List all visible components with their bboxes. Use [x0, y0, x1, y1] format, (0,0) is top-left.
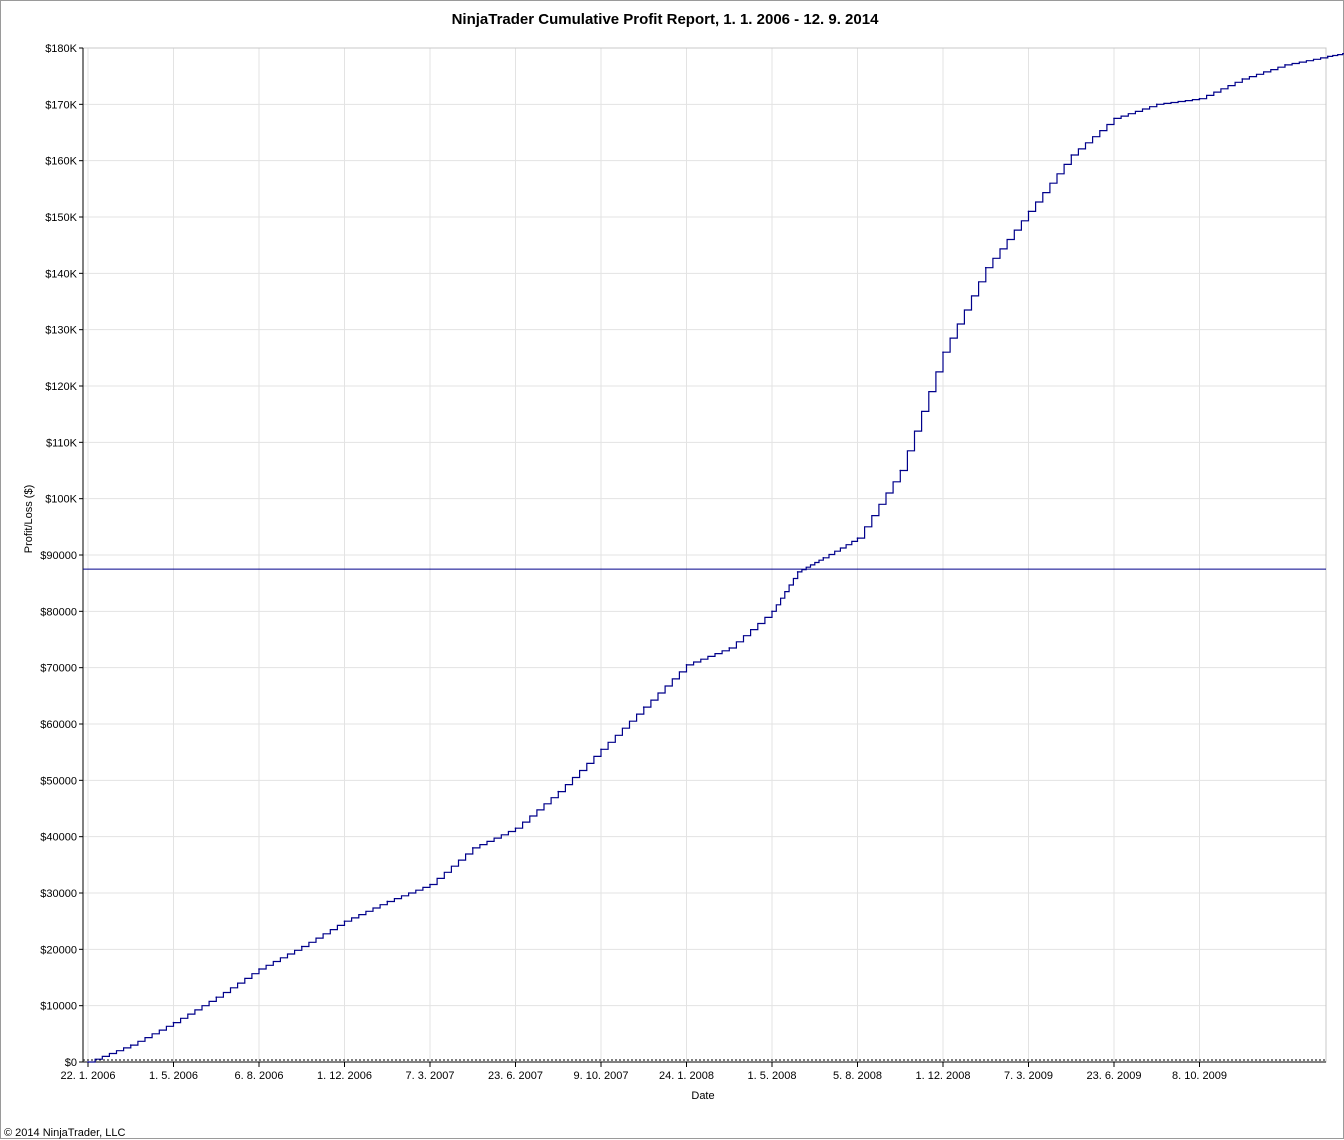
data-point: [343, 920, 346, 922]
series-layer: [83, 53, 1344, 1063]
data-point: [471, 847, 474, 849]
y-tick-label: $160K: [45, 156, 77, 168]
data-point: [771, 610, 773, 613]
data-point: [728, 647, 731, 649]
data-point: [1198, 97, 1201, 100]
y-tick-label: $20000: [40, 944, 77, 956]
y-tick-label: $180K: [45, 43, 77, 55]
x-tick-label: 22. 1. 2006: [60, 1070, 115, 1082]
data-point: [600, 748, 602, 751]
x-tick-label: 1. 12. 2006: [317, 1070, 372, 1082]
y-tick-label: $120K: [45, 381, 77, 393]
chart-title: NinjaTrader Cumulative Profit Report, 1.…: [452, 11, 879, 28]
y-tick-label: $30000: [40, 888, 77, 900]
y-tick-label: $0: [65, 1057, 77, 1069]
axes: $0 $10000 $20000 $30000 $40000 $50000 $60000 $7…: [40, 43, 1326, 1082]
x-axis-label: Date: [691, 1090, 714, 1102]
y-tick-label: $80000: [40, 606, 77, 618]
data-point: [1027, 210, 1030, 213]
x-tick-label: 8. 10. 2009: [1172, 1070, 1227, 1082]
x-tick-label: 24. 1. 2008: [659, 1070, 714, 1082]
x-tick-label: 1. 12. 2008: [915, 1070, 970, 1082]
x-tick-label: 1. 5. 2008: [748, 1070, 797, 1082]
data-point: [1155, 103, 1158, 106]
x-tick-label: 9. 10. 2007: [573, 1070, 628, 1082]
data-point: [856, 537, 859, 539]
y-tick-label: $170K: [45, 99, 77, 111]
data-point: [300, 945, 303, 948]
data-point: [1326, 55, 1329, 58]
grid: [83, 47, 1326, 1062]
data-point: [172, 1021, 175, 1024]
y-tick-label: $110K: [46, 437, 78, 449]
cumulative-profit-chart: NinjaTrader Cumulative Profit Report, 1.…: [4, 11, 1344, 1139]
data-point: [1241, 78, 1244, 80]
data-point: [1284, 64, 1286, 66]
y-tick-label: $130K: [45, 325, 77, 337]
data-point: [514, 827, 517, 830]
cumulative-profit-line: [88, 53, 1344, 1063]
x-tick-label: 6. 8. 2006: [235, 1070, 284, 1082]
y-tick-label: $140K: [45, 268, 77, 280]
data-point: [557, 790, 560, 793]
x-tick-label: 7. 3. 2009: [1004, 1070, 1053, 1082]
data-point: [942, 351, 944, 354]
y-tick-label: $40000: [40, 832, 77, 844]
x-tick-label: 5. 8. 2008: [833, 1070, 882, 1082]
data-point: [129, 1044, 132, 1046]
x-tick-label: 7. 3. 2007: [406, 1070, 455, 1082]
x-tick-label: 1. 5. 2006: [149, 1070, 198, 1082]
data-point: [899, 469, 902, 472]
data-point: [984, 266, 987, 269]
data-point: [429, 883, 431, 886]
data-point: [685, 664, 688, 666]
y-tick-label: $70000: [40, 663, 77, 675]
x-tick-label: 23. 6. 2007: [488, 1070, 543, 1082]
y-tick-label: $90000: [40, 550, 77, 562]
x-tick-label: 23. 6. 2009: [1086, 1070, 1141, 1082]
data-point: [1070, 154, 1073, 156]
y-tick-label: $50000: [40, 775, 77, 787]
y-tick-label: $10000: [40, 1001, 77, 1013]
y-tick-label: $150K: [45, 212, 77, 224]
data-point: [87, 1061, 89, 1063]
chart-container: NinjaTrader Cumulative Profit Report, 1.…: [0, 0, 1344, 1139]
y-tick-label: $100K: [45, 494, 77, 506]
data-point: [1113, 117, 1115, 120]
data-point: [822, 557, 825, 559]
data-point: [796, 571, 799, 573]
data-point: [642, 706, 645, 708]
data-point: [215, 996, 218, 999]
y-axis-label: Profit/Loss ($): [23, 485, 35, 553]
y-tick-label: $60000: [40, 719, 77, 731]
copyright-footer: © 2014 NinjaTrader, LLC: [4, 1127, 125, 1139]
data-point: [386, 900, 389, 903]
data-point: [258, 968, 260, 970]
